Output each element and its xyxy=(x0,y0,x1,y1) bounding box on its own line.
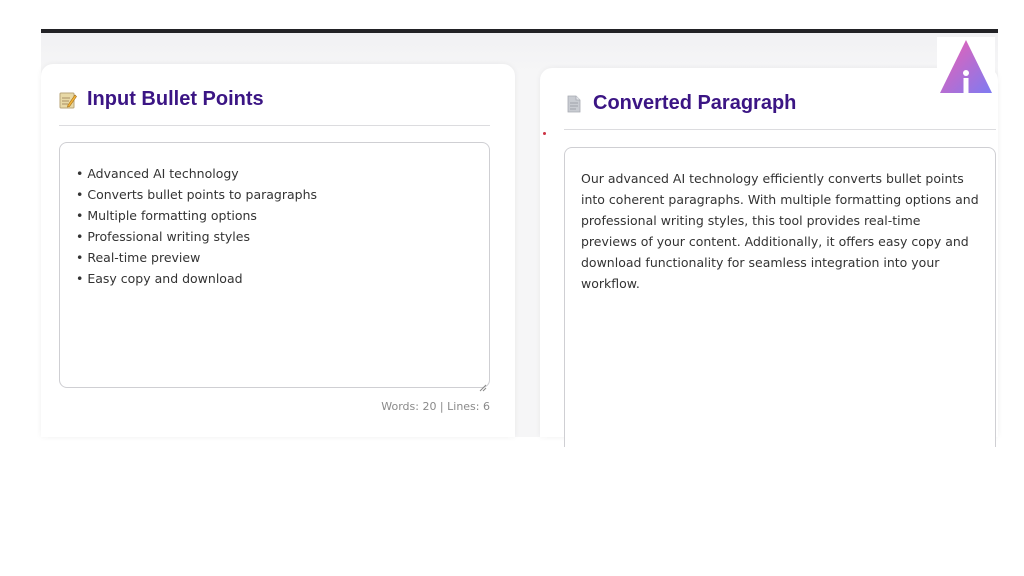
triangle-i-logo-icon xyxy=(937,37,995,95)
document-icon xyxy=(565,95,583,113)
bullet-line: • Real-time preview xyxy=(76,250,201,265)
bullet-list: • Advanced AI technology • Converts bull… xyxy=(76,163,473,289)
input-panel: Input Bullet Points • Advanced AI techno… xyxy=(41,64,515,437)
input-panel-title: Input Bullet Points xyxy=(87,88,264,110)
output-panel-header: Converted Paragraph xyxy=(565,92,796,115)
bullet-points-input[interactable]: • Advanced AI technology • Converts bull… xyxy=(59,142,490,392)
input-panel-divider xyxy=(59,125,490,126)
output-panel: Converted Paragraph Our advanced AI tech… xyxy=(540,68,998,447)
output-panel-title: Converted Paragraph xyxy=(593,92,797,114)
word-line-count: Words: 20 | Lines: 6 xyxy=(381,400,490,413)
input-panel-header: Input Bullet Points xyxy=(59,88,264,111)
bullet-line: • Advanced AI technology xyxy=(76,166,239,181)
converted-paragraph-text: Our advanced AI technology efficiently c… xyxy=(581,171,979,291)
resize-handle-icon[interactable] xyxy=(479,377,487,392)
decorative-dot xyxy=(543,132,546,135)
bullet-line: • Converts bullet points to paragraphs xyxy=(76,187,318,202)
bullet-line: • Multiple formatting options xyxy=(76,208,257,223)
bullet-line: • Professional writing styles xyxy=(76,229,250,244)
converted-paragraph-output[interactable]: Our advanced AI technology efficiently c… xyxy=(564,147,996,447)
bullet-line: • Easy copy and download xyxy=(76,271,243,286)
memo-pencil-icon xyxy=(59,91,77,109)
output-panel-divider xyxy=(564,129,996,130)
